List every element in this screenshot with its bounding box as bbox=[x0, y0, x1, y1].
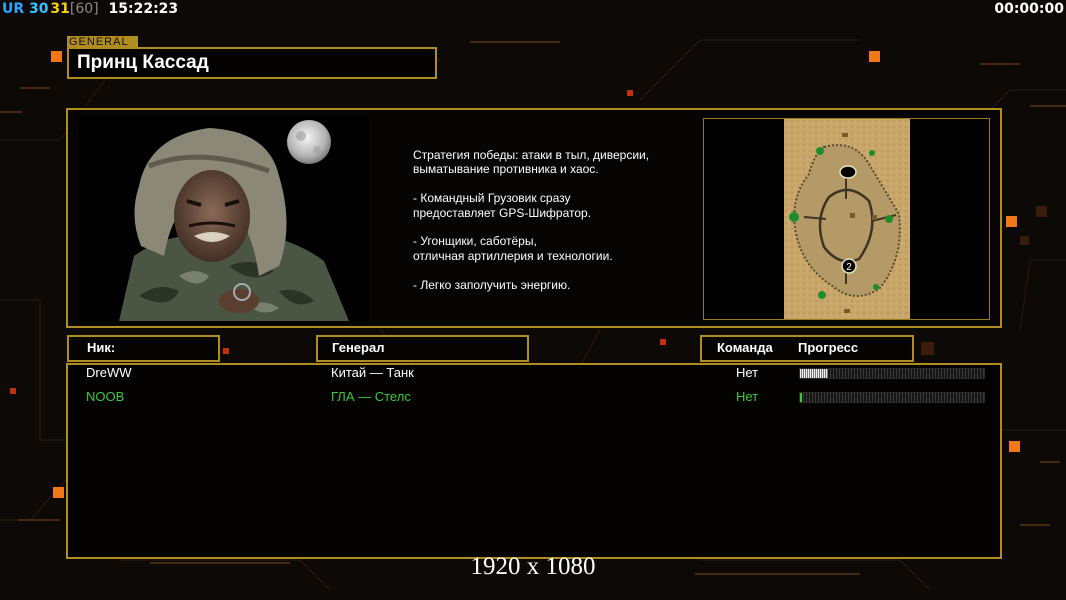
column-header-general: Генерал bbox=[316, 335, 529, 362]
strategy-line: - Легко заполучить энергию. bbox=[413, 277, 571, 292]
progress-bar bbox=[799, 368, 985, 379]
player-general: Китай — Танк bbox=[331, 365, 414, 380]
start-marker-label: 2 bbox=[846, 262, 852, 273]
fps-cap: [60] bbox=[69, 1, 99, 17]
player-team: Нет bbox=[736, 365, 759, 380]
fps-value-secondary: 31 bbox=[50, 1, 70, 17]
progress-bar bbox=[799, 392, 985, 403]
ur-label: UR bbox=[2, 1, 25, 17]
fps-counter: UR 30 31[60] 15:22:23 bbox=[2, 1, 178, 17]
progress-fill bbox=[800, 369, 828, 378]
general-name: Принц Кассад bbox=[67, 47, 437, 79]
strategy-description: Стратегия победы: атаки в тыл, диверсии,… bbox=[413, 148, 693, 306]
player-row[interactable]: NOOB ГЛА — Стелс Нет bbox=[0, 388, 1066, 406]
resolution-label: 1920 x 1080 bbox=[470, 553, 596, 580]
strategy-line: - Командный Грузовик сразу предоставляет… bbox=[413, 191, 592, 220]
progress-fill bbox=[800, 393, 803, 402]
column-header-nick: Ник: bbox=[67, 335, 220, 362]
strategy-line: - Угонщики, саботёры, отличная артиллери… bbox=[413, 234, 613, 263]
system-clock: 15:22:23 bbox=[108, 1, 179, 17]
player-nick: NOOB bbox=[86, 389, 125, 404]
column-header-team: Команда bbox=[717, 340, 773, 355]
player-team: Нет bbox=[736, 389, 759, 404]
player-row[interactable]: DreWW Китай — Танк Нет bbox=[0, 364, 1066, 382]
player-general: ГЛА — Стелс bbox=[331, 389, 411, 404]
player-nick: DreWW bbox=[86, 365, 132, 380]
commander-portrait bbox=[79, 116, 369, 321]
game-timer: 00:00:00 bbox=[994, 1, 1064, 17]
start-marker-1 bbox=[839, 165, 857, 179]
column-header-team-progress: Команда Прогресс bbox=[700, 335, 914, 362]
strategy-line: Стратегия победы: атаки в тыл, диверсии,… bbox=[413, 148, 650, 177]
minimap[interactable]: 2 bbox=[784, 119, 910, 319]
column-header-progress: Прогресс bbox=[798, 340, 859, 355]
fps-value: 30 bbox=[29, 1, 49, 17]
